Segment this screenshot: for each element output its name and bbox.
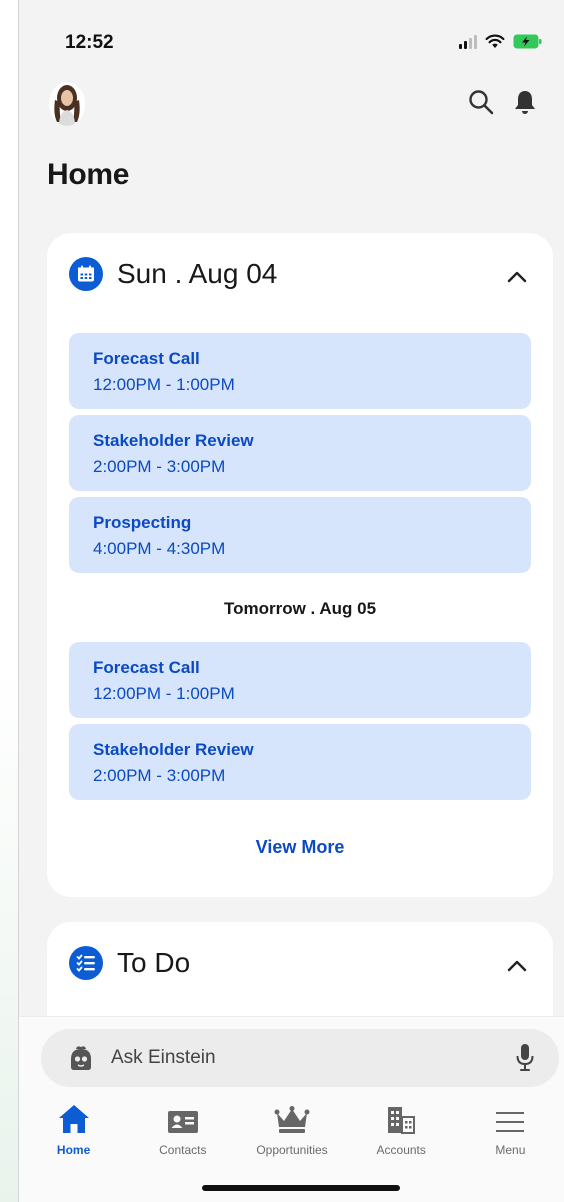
calendar-card-header[interactable]: Sun . Aug 04 [69,257,277,291]
tab-contacts[interactable]: Contacts [128,1099,237,1169]
top-bar [19,82,564,132]
view-more-button[interactable]: View More [47,837,553,858]
tab-label: Opportunities [256,1143,328,1157]
bottom-panel: Ask Einstein Home Contacts Opportunities… [19,1016,564,1202]
checklist-icon [69,946,103,980]
contact-card-icon [167,1111,198,1133]
building-icon [388,1107,416,1134]
hamburger-menu-icon [496,1112,525,1132]
todo-card-header[interactable]: To Do [69,946,190,980]
tab-accounts[interactable]: Accounts [347,1099,456,1169]
status-bar: 12:52 [19,0,564,80]
einstein-icon [71,1046,91,1070]
event-name: Stakeholder Review [93,431,254,450]
event-item[interactable]: Forecast Call 12:00PM - 1:00PM [69,333,531,409]
search-icon[interactable] [467,88,495,116]
tab-bar: Home Contacts Opportunities Accounts Men… [19,1099,564,1169]
page-title: Home [47,158,130,191]
chevron-up-icon[interactable] [507,271,527,283]
tab-opportunities[interactable]: Opportunities [237,1099,346,1169]
event-name: Forecast Call [93,658,200,677]
event-time: 12:00PM - 1:00PM [93,684,235,703]
status-icons [459,34,543,49]
event-name: Stakeholder Review [93,740,254,759]
home-indicator [202,1185,400,1191]
status-time: 12:52 [65,32,114,53]
event-item[interactable]: Stakeholder Review 2:00PM - 3:00PM [69,415,531,491]
battery-charging-icon [513,34,542,49]
cellular-signal-icon [459,35,477,49]
calendar-card: Sun . Aug 04 Forecast Call 12:00PM - 1:0… [47,233,553,897]
tab-label: Contacts [159,1143,207,1157]
tab-label: Accounts [376,1143,426,1157]
event-time: 4:00PM - 4:30PM [93,539,226,558]
bell-icon[interactable] [511,88,539,116]
event-name: Forecast Call [93,349,200,368]
ask-einstein-input[interactable]: Ask Einstein [41,1029,559,1087]
todo-title: To Do [117,947,191,978]
event-name: Prospecting [93,513,192,532]
home-icon [58,1105,89,1133]
calendar-date-label: Sun . Aug 04 [117,258,278,289]
event-time: 12:00PM - 1:00PM [93,375,235,394]
phone-screen: 12:52 Home Sun . Aug 04 Forecast Call 12… [18,0,564,1202]
avatar[interactable] [49,82,85,126]
event-item[interactable]: Forecast Call 12:00PM - 1:00PM [69,642,531,718]
wifi-icon [485,34,505,48]
user-avatar-icon [49,82,85,126]
tab-label: Home [56,1143,91,1157]
event-item[interactable]: Prospecting 4:00PM - 4:30PM [69,497,531,573]
next-day-label: Tomorrow . Aug 05 [223,599,377,618]
microphone-icon[interactable] [515,1043,535,1073]
chevron-up-icon[interactable] [507,960,527,972]
einstein-placeholder: Ask Einstein [111,1047,216,1068]
tab-home[interactable]: Home [19,1099,128,1169]
tab-menu[interactable]: Menu [456,1099,564,1169]
tab-label: Menu [495,1143,526,1157]
event-time: 2:00PM - 3:00PM [93,766,226,785]
event-time: 2:00PM - 3:00PM [93,457,226,476]
calendar-icon [69,257,103,291]
event-item[interactable]: Stakeholder Review 2:00PM - 3:00PM [69,724,531,800]
crown-icon [274,1106,310,1133]
